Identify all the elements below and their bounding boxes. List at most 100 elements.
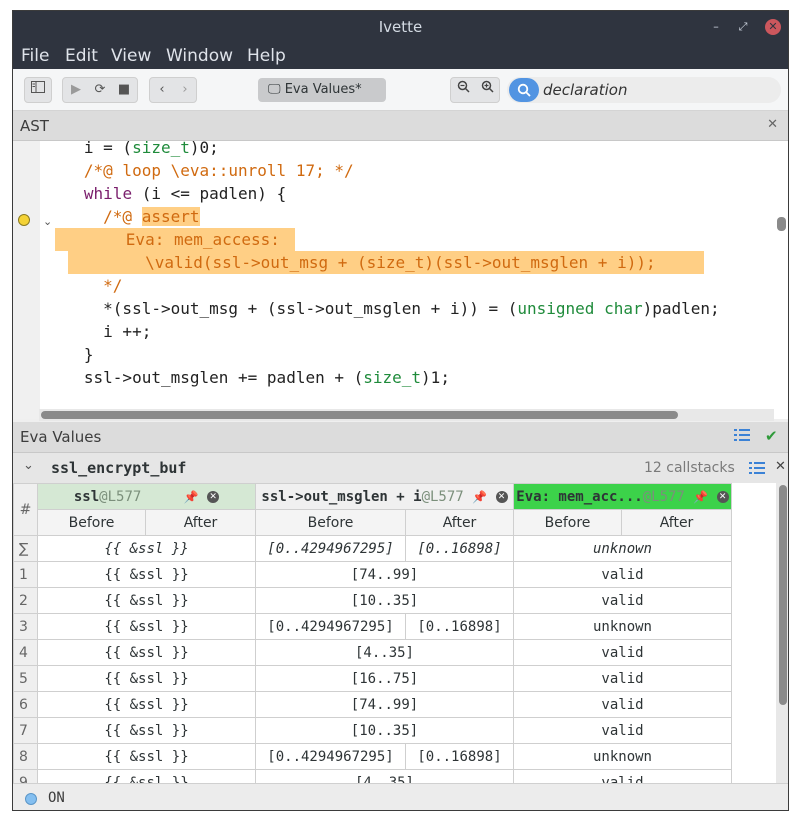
code-line-9[interactable]: i ++; [55, 320, 775, 343]
remove-column-icon[interactable]: ✕ [716, 490, 729, 503]
table-row[interactable]: 7{{ &ssl }} [10..35] valid [13, 717, 732, 744]
ssl-value[interactable]: {{ &ssl }} [37, 665, 256, 692]
eva-status-value[interactable]: valid [513, 639, 732, 666]
eva-status-value[interactable]: valid [513, 769, 732, 783]
sidebar-toggle-icon[interactable] [26, 78, 50, 102]
ast-horizontal-scrollbar[interactable] [39, 409, 774, 421]
collapse-icon[interactable]: ✕ [767, 117, 778, 132]
search-icon[interactable] [509, 78, 539, 102]
minimize-icon[interactable]: – [708, 19, 724, 35]
code-line-7[interactable]: */ [55, 274, 775, 297]
fold-chevron-icon[interactable]: ⌄ [43, 215, 52, 228]
maximize-icon[interactable]: ⤢ [735, 19, 751, 35]
chevron-down-icon[interactable]: ⌄ [23, 458, 34, 473]
zoom-in-icon[interactable] [475, 78, 499, 102]
msglen-value[interactable]: [10..35] [255, 717, 514, 744]
eva-status-value[interactable]: unknown [513, 743, 732, 770]
before-header[interactable]: Before [37, 509, 146, 536]
code-line-2[interactable]: /*@ loop \eva::unroll 17; */ [55, 159, 775, 182]
ssl-value[interactable]: {{ &ssl }} [37, 743, 256, 770]
table-row[interactable]: 4{{ &ssl }} [4..35] valid [13, 639, 732, 666]
table-row[interactable]: 5{{ &ssl }} [16..75] valid [13, 665, 732, 692]
code-line-10[interactable]: } [55, 343, 775, 366]
msglen-before-value[interactable]: [0..4294967295] [255, 743, 406, 770]
table-scroll-thumb[interactable] [779, 485, 787, 705]
ast-code-view[interactable]: ⌄ i = (size_t)0; /*@ loop \eva::unroll 1… [13, 141, 788, 419]
summary-eva[interactable]: unknown [513, 535, 732, 562]
table-row[interactable]: 8{{ &ssl }} [0..4294967295] [0..16898] unkn… [13, 743, 732, 770]
after-header[interactable]: After [405, 509, 514, 536]
ssl-value[interactable]: {{ &ssl }} [37, 769, 256, 783]
eva-status-value[interactable]: valid [513, 665, 732, 692]
after-header[interactable]: After [621, 509, 732, 536]
close-function-icon[interactable]: ✕ [775, 459, 786, 474]
close-icon[interactable]: ✕ [765, 19, 781, 35]
code-line-6[interactable]: \valid(ssl->out_msg + (size_t)(ssl->out_… [55, 251, 775, 274]
after-header[interactable]: After [145, 509, 256, 536]
callstacks-list-icon[interactable] [749, 461, 765, 479]
status-bullet-icon[interactable] [18, 214, 30, 226]
msglen-value[interactable]: [10..35] [255, 587, 514, 614]
table-row[interactable]: 9{{ &ssl }} [4..35] valid [13, 769, 732, 783]
table-vertical-scrollbar[interactable] [776, 483, 788, 783]
remove-column-icon[interactable]: ✕ [495, 490, 508, 503]
before-header[interactable]: Before [255, 509, 406, 536]
reload-icon[interactable]: ⟳ [88, 78, 112, 102]
before-header[interactable]: Before [513, 509, 622, 536]
list-icon[interactable] [734, 428, 750, 446]
code-line-8[interactable]: *(ssl->out_msg + (ssl->out_msglen + i)) … [55, 297, 775, 320]
ssl-value[interactable]: {{ &ssl }} [37, 691, 256, 718]
summary-ssl[interactable]: {{ &ssl }} [37, 535, 256, 562]
msglen-after-value[interactable]: [0..16898] [405, 613, 514, 640]
search-input[interactable] [543, 79, 773, 101]
column-header-msglen[interactable]: ssl->out_msglen + i@L577 📌 ✕ [255, 483, 514, 510]
summary-msg-after[interactable]: [0..16898] [405, 535, 514, 562]
eva-status-value[interactable]: valid [513, 717, 732, 744]
eva-values-tab[interactable]: 🖵 Eva Values* [258, 78, 386, 102]
menu-window[interactable]: Window [166, 46, 233, 66]
ast-scroll-thumb[interactable] [41, 411, 678, 419]
pin-icon[interactable]: 📌 [472, 490, 487, 504]
eva-status-value[interactable]: valid [513, 691, 732, 718]
table-row[interactable]: 1{{ &ssl }} [74..99] valid [13, 561, 732, 588]
back-icon[interactable]: ‹ [150, 78, 174, 102]
check-icon[interactable]: ✔ [765, 427, 778, 445]
pin-icon[interactable]: 📌 [184, 490, 199, 504]
table-row[interactable]: 6{{ &ssl }} [74..99] valid [13, 691, 732, 718]
msglen-value[interactable]: [16..75] [255, 665, 514, 692]
table-row[interactable]: 2{{ &ssl }} [10..35] valid [13, 587, 732, 614]
stop-icon[interactable]: ■ [112, 78, 136, 102]
code-line-1[interactable]: i = (size_t)0; [55, 141, 775, 159]
remove-column-icon[interactable]: ✕ [207, 490, 220, 503]
msglen-after-value[interactable]: [0..16898] [405, 743, 514, 770]
pin-icon[interactable]: 📌 [693, 490, 708, 504]
eva-status-value[interactable]: unknown [513, 613, 732, 640]
msglen-value[interactable]: [4..35] [255, 769, 514, 783]
ssl-value[interactable]: {{ &ssl }} [37, 561, 256, 588]
ssl-value[interactable]: {{ &ssl }} [37, 613, 256, 640]
code-line-11[interactable]: ssl->out_msglen += padlen + (size_t)1; [55, 366, 775, 389]
code-line-4[interactable]: /*@ assert [55, 205, 775, 228]
summary-msg-before[interactable]: [0..4294967295] [255, 535, 406, 562]
code-line-3[interactable]: while (i <= padlen) { [55, 182, 775, 205]
menu-edit[interactable]: Edit [65, 46, 98, 66]
ssl-value[interactable]: {{ &ssl }} [37, 639, 256, 666]
eva-status-value[interactable]: valid [513, 561, 732, 588]
menu-file[interactable]: File [21, 46, 49, 66]
column-header-eva[interactable]: Eva: mem_acc...@L577 📌 ✕ [513, 483, 732, 510]
msglen-value[interactable]: [4..35] [255, 639, 514, 666]
msglen-value[interactable]: [74..99] [255, 561, 514, 588]
msglen-before-value[interactable]: [0..4294967295] [255, 613, 406, 640]
eva-status-value[interactable]: valid [513, 587, 732, 614]
ssl-value[interactable]: {{ &ssl }} [37, 587, 256, 614]
menu-help[interactable]: Help [247, 46, 286, 66]
column-header-ssl[interactable]: ssl@L577 📌 ✕ [37, 483, 256, 510]
menu-view[interactable]: View [111, 46, 151, 66]
forward-icon[interactable]: › [173, 78, 197, 102]
zoom-out-icon[interactable] [451, 78, 475, 102]
ast-vertical-scrollbar[interactable] [777, 217, 786, 231]
summary-row[interactable]: ∑ {{ &ssl }} [0..4294967295] [0..16898] … [13, 535, 732, 562]
code-line-5[interactable]: Eva: mem_access: [55, 228, 775, 251]
table-row[interactable]: 3{{ &ssl }} [0..4294967295] [0..16898] unkn… [13, 613, 732, 640]
ssl-value[interactable]: {{ &ssl }} [37, 717, 256, 744]
